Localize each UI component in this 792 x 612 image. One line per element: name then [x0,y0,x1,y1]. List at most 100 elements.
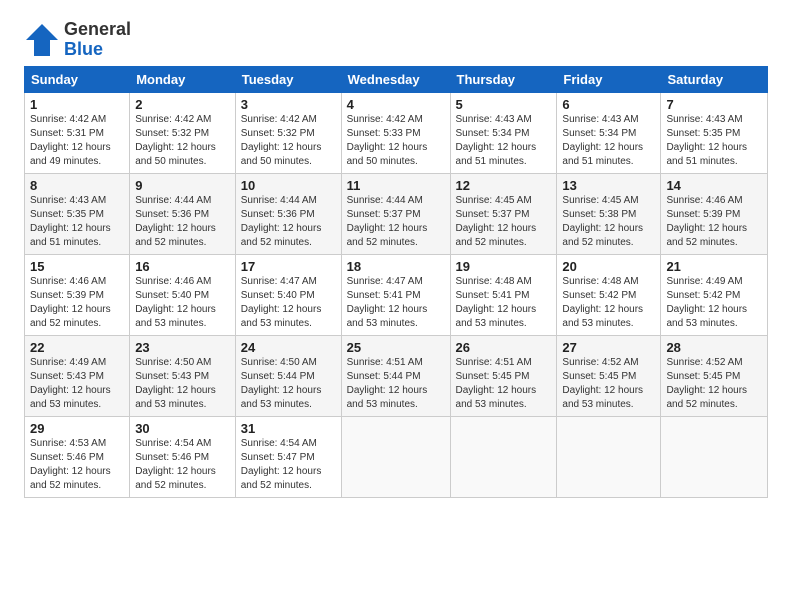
day-number: 30 [135,421,230,436]
calendar-cell: 8Sunrise: 4:43 AMSunset: 5:35 PMDaylight… [25,173,130,254]
day-number: 4 [347,97,445,112]
day-detail: Sunrise: 4:45 AMSunset: 5:38 PMDaylight:… [562,194,655,250]
day-detail: Sunrise: 4:54 AMSunset: 5:47 PMDaylight:… [241,437,336,493]
day-number: 14 [666,178,762,193]
logo-text-block: General Blue [64,20,131,60]
day-number: 26 [456,340,552,355]
calendar-cell: 1Sunrise: 4:42 AMSunset: 5:31 PMDaylight… [25,92,130,173]
day-detail: Sunrise: 4:48 AMSunset: 5:42 PMDaylight:… [562,275,655,331]
header: General Blue [24,20,768,60]
calendar-cell: 23Sunrise: 4:50 AMSunset: 5:43 PMDayligh… [130,335,236,416]
calendar-header-row: SundayMondayTuesdayWednesdayThursdayFrid… [25,66,768,92]
day-number: 12 [456,178,552,193]
day-detail: Sunrise: 4:43 AMSunset: 5:34 PMDaylight:… [562,113,655,169]
col-header-sunday: Sunday [25,66,130,92]
day-number: 16 [135,259,230,274]
day-number: 6 [562,97,655,112]
day-number: 13 [562,178,655,193]
day-detail: Sunrise: 4:50 AMSunset: 5:43 PMDaylight:… [135,356,230,412]
calendar-cell [341,416,450,497]
day-detail: Sunrise: 4:42 AMSunset: 5:32 PMDaylight:… [135,113,230,169]
col-header-thursday: Thursday [450,66,557,92]
day-number: 11 [347,178,445,193]
day-detail: Sunrise: 4:46 AMSunset: 5:40 PMDaylight:… [135,275,230,331]
calendar-week-5: 29Sunrise: 4:53 AMSunset: 5:46 PMDayligh… [25,416,768,497]
calendar-cell: 25Sunrise: 4:51 AMSunset: 5:44 PMDayligh… [341,335,450,416]
day-detail: Sunrise: 4:42 AMSunset: 5:31 PMDaylight:… [30,113,124,169]
day-number: 21 [666,259,762,274]
day-number: 5 [456,97,552,112]
day-number: 22 [30,340,124,355]
day-detail: Sunrise: 4:45 AMSunset: 5:37 PMDaylight:… [456,194,552,250]
col-header-saturday: Saturday [661,66,768,92]
logo-general: General [64,20,131,40]
day-number: 20 [562,259,655,274]
day-number: 29 [30,421,124,436]
day-detail: Sunrise: 4:52 AMSunset: 5:45 PMDaylight:… [666,356,762,412]
calendar-cell: 29Sunrise: 4:53 AMSunset: 5:46 PMDayligh… [25,416,130,497]
day-number: 1 [30,97,124,112]
calendar-cell: 26Sunrise: 4:51 AMSunset: 5:45 PMDayligh… [450,335,557,416]
day-number: 31 [241,421,336,436]
calendar-table: SundayMondayTuesdayWednesdayThursdayFrid… [24,66,768,498]
col-header-friday: Friday [557,66,661,92]
logo: General Blue [24,20,131,60]
day-detail: Sunrise: 4:42 AMSunset: 5:33 PMDaylight:… [347,113,445,169]
day-detail: Sunrise: 4:43 AMSunset: 5:34 PMDaylight:… [456,113,552,169]
day-number: 10 [241,178,336,193]
col-header-monday: Monday [130,66,236,92]
day-number: 3 [241,97,336,112]
calendar-cell [450,416,557,497]
day-number: 18 [347,259,445,274]
day-detail: Sunrise: 4:49 AMSunset: 5:43 PMDaylight:… [30,356,124,412]
day-detail: Sunrise: 4:44 AMSunset: 5:37 PMDaylight:… [347,194,445,250]
calendar-cell: 14Sunrise: 4:46 AMSunset: 5:39 PMDayligh… [661,173,768,254]
day-detail: Sunrise: 4:46 AMSunset: 5:39 PMDaylight:… [666,194,762,250]
calendar-cell: 31Sunrise: 4:54 AMSunset: 5:47 PMDayligh… [235,416,341,497]
calendar-week-2: 8Sunrise: 4:43 AMSunset: 5:35 PMDaylight… [25,173,768,254]
day-number: 9 [135,178,230,193]
calendar-cell: 6Sunrise: 4:43 AMSunset: 5:34 PMDaylight… [557,92,661,173]
day-detail: Sunrise: 4:54 AMSunset: 5:46 PMDaylight:… [135,437,230,493]
calendar-cell: 5Sunrise: 4:43 AMSunset: 5:34 PMDaylight… [450,92,557,173]
day-number: 27 [562,340,655,355]
day-detail: Sunrise: 4:47 AMSunset: 5:41 PMDaylight:… [347,275,445,331]
col-header-wednesday: Wednesday [341,66,450,92]
day-number: 19 [456,259,552,274]
logo-icon [24,22,60,58]
calendar-cell: 27Sunrise: 4:52 AMSunset: 5:45 PMDayligh… [557,335,661,416]
day-number: 25 [347,340,445,355]
day-number: 23 [135,340,230,355]
day-detail: Sunrise: 4:46 AMSunset: 5:39 PMDaylight:… [30,275,124,331]
logo-blue: Blue [64,40,103,60]
day-detail: Sunrise: 4:53 AMSunset: 5:46 PMDaylight:… [30,437,124,493]
day-number: 24 [241,340,336,355]
day-detail: Sunrise: 4:47 AMSunset: 5:40 PMDaylight:… [241,275,336,331]
calendar-cell: 19Sunrise: 4:48 AMSunset: 5:41 PMDayligh… [450,254,557,335]
day-number: 8 [30,178,124,193]
calendar-cell: 12Sunrise: 4:45 AMSunset: 5:37 PMDayligh… [450,173,557,254]
calendar-cell [661,416,768,497]
calendar-week-1: 1Sunrise: 4:42 AMSunset: 5:31 PMDaylight… [25,92,768,173]
calendar-cell: 9Sunrise: 4:44 AMSunset: 5:36 PMDaylight… [130,173,236,254]
calendar-cell: 7Sunrise: 4:43 AMSunset: 5:35 PMDaylight… [661,92,768,173]
calendar-cell: 3Sunrise: 4:42 AMSunset: 5:32 PMDaylight… [235,92,341,173]
calendar-cell: 10Sunrise: 4:44 AMSunset: 5:36 PMDayligh… [235,173,341,254]
day-detail: Sunrise: 4:43 AMSunset: 5:35 PMDaylight:… [30,194,124,250]
calendar-cell: 15Sunrise: 4:46 AMSunset: 5:39 PMDayligh… [25,254,130,335]
day-detail: Sunrise: 4:48 AMSunset: 5:41 PMDaylight:… [456,275,552,331]
day-number: 7 [666,97,762,112]
day-number: 2 [135,97,230,112]
day-detail: Sunrise: 4:52 AMSunset: 5:45 PMDaylight:… [562,356,655,412]
day-detail: Sunrise: 4:44 AMSunset: 5:36 PMDaylight:… [241,194,336,250]
calendar-cell: 18Sunrise: 4:47 AMSunset: 5:41 PMDayligh… [341,254,450,335]
calendar-week-4: 22Sunrise: 4:49 AMSunset: 5:43 PMDayligh… [25,335,768,416]
day-number: 17 [241,259,336,274]
day-detail: Sunrise: 4:51 AMSunset: 5:45 PMDaylight:… [456,356,552,412]
col-header-tuesday: Tuesday [235,66,341,92]
day-detail: Sunrise: 4:50 AMSunset: 5:44 PMDaylight:… [241,356,336,412]
day-number: 28 [666,340,762,355]
calendar-cell: 24Sunrise: 4:50 AMSunset: 5:44 PMDayligh… [235,335,341,416]
calendar-cell: 21Sunrise: 4:49 AMSunset: 5:42 PMDayligh… [661,254,768,335]
calendar-cell: 13Sunrise: 4:45 AMSunset: 5:38 PMDayligh… [557,173,661,254]
